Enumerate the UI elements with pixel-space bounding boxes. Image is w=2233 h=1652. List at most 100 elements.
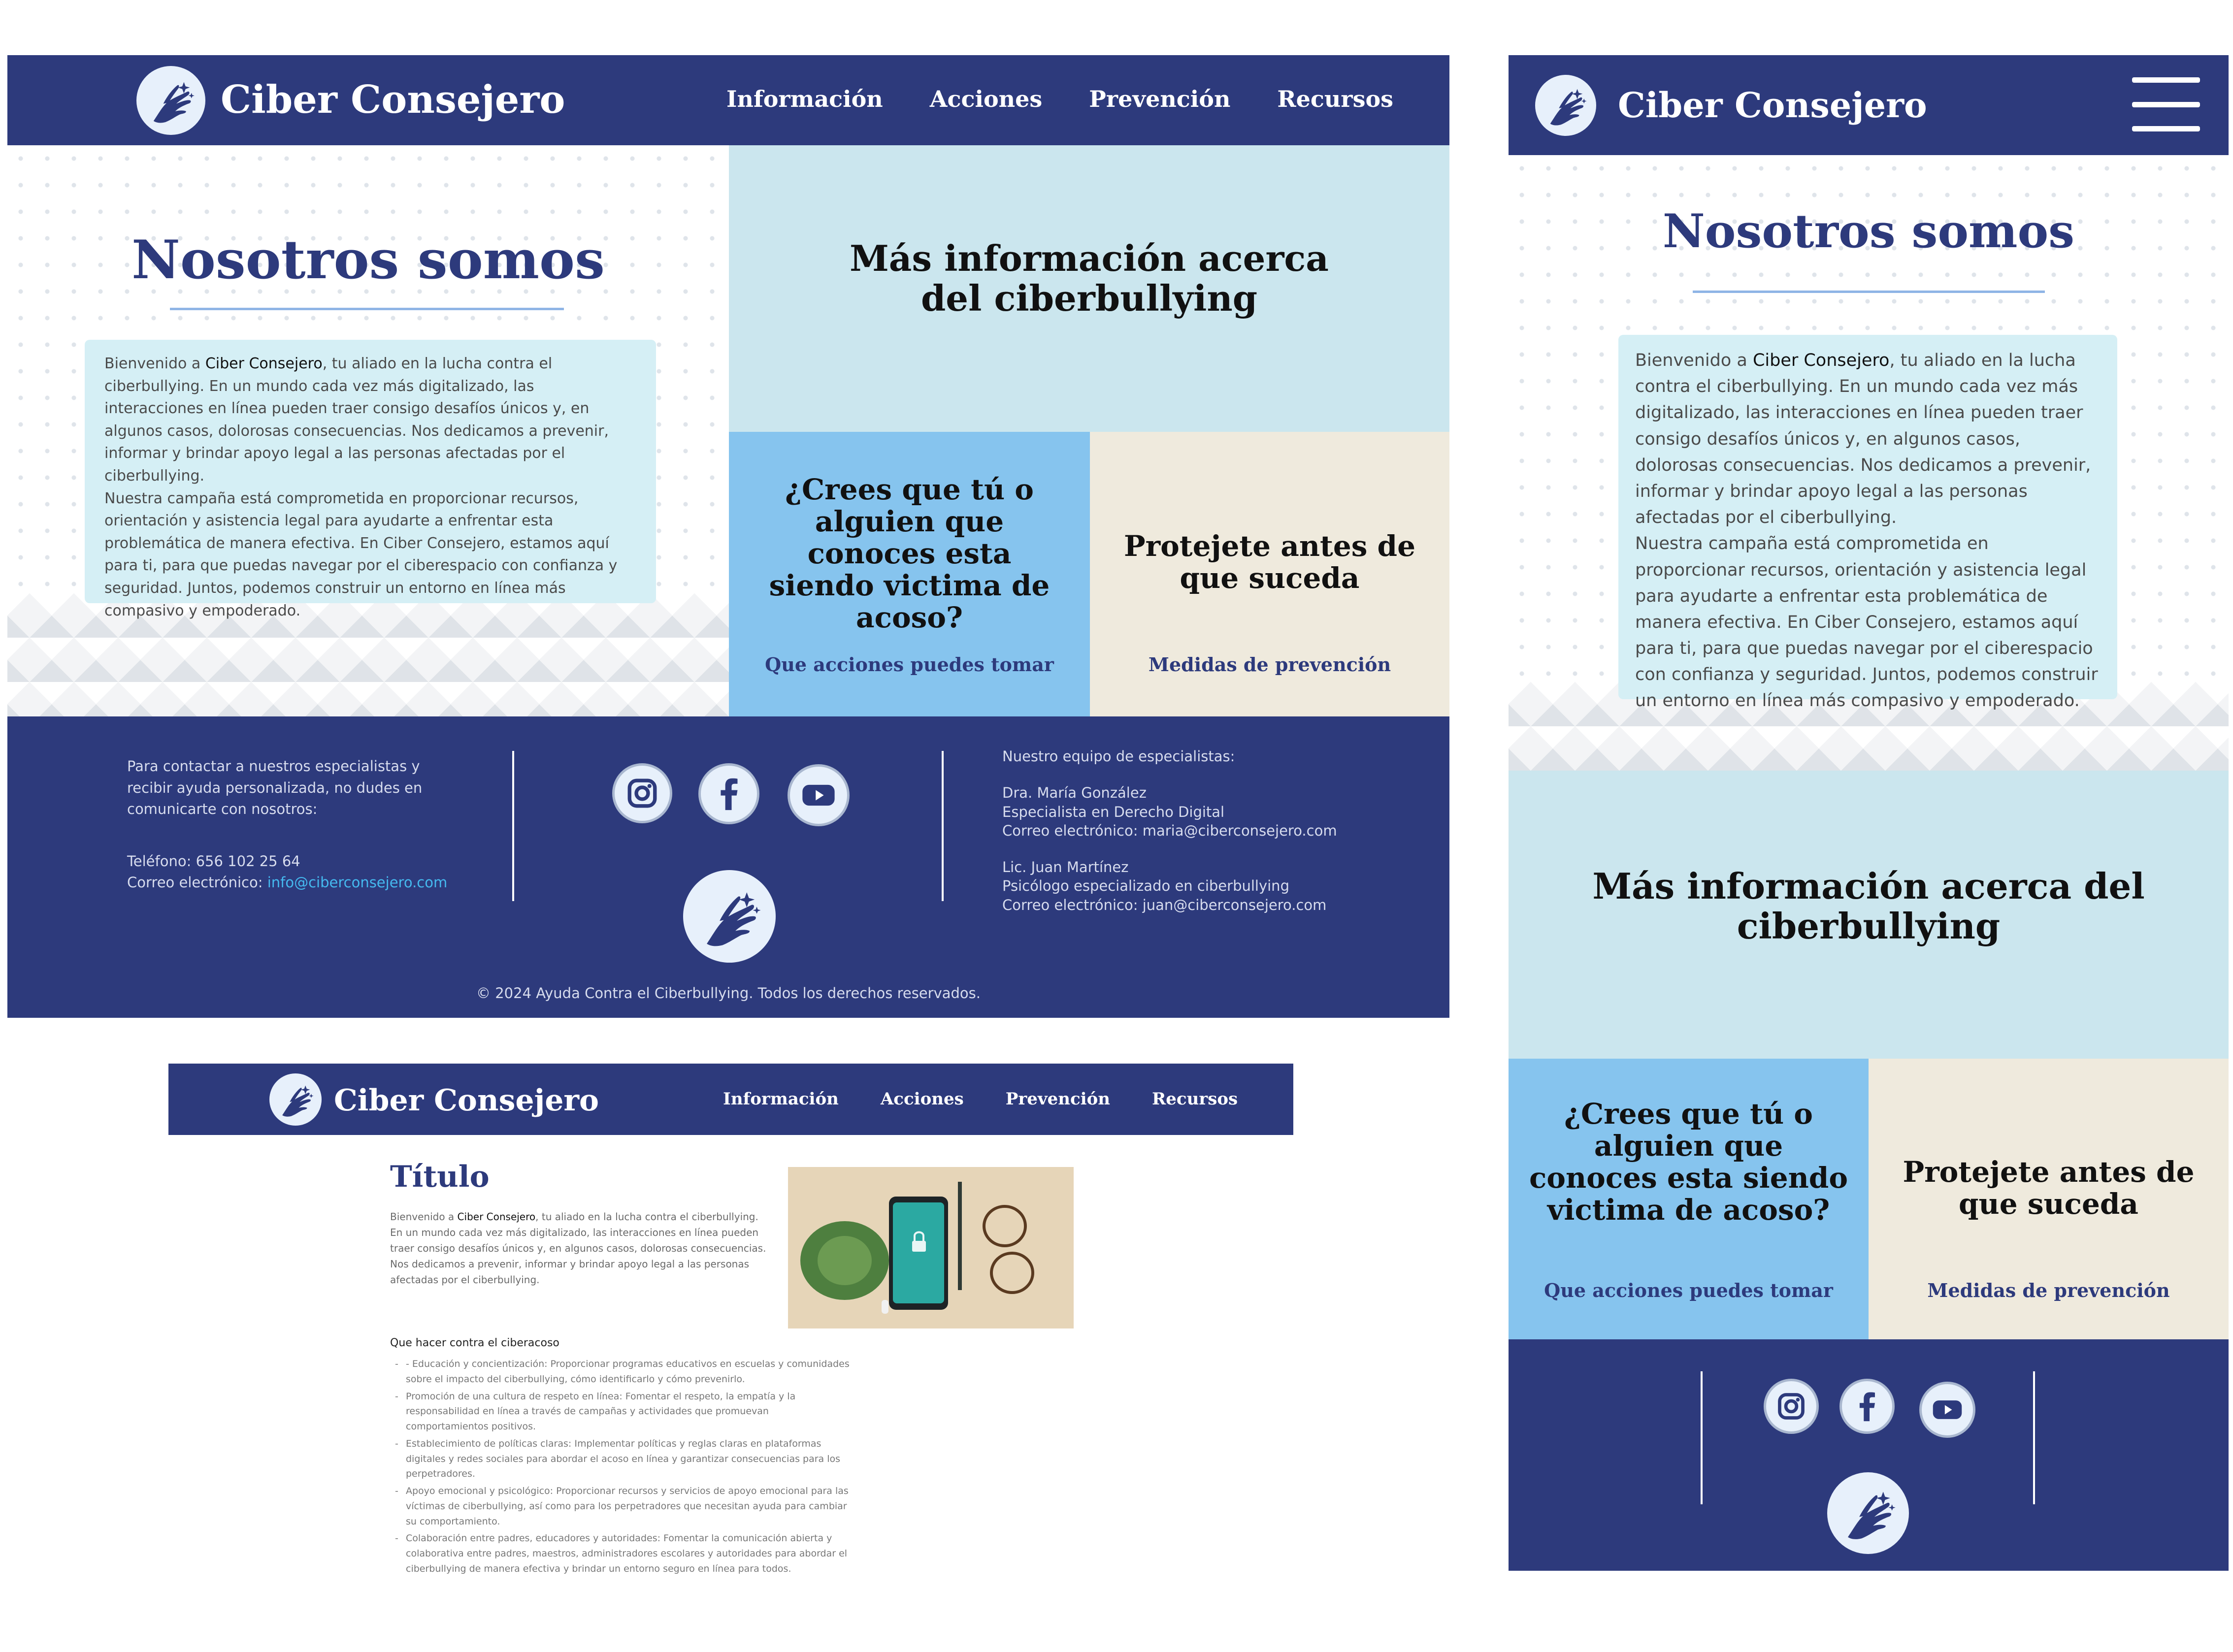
facebook-icon (1846, 1386, 1888, 1427)
mobile-about-section: Nosotros somos Bienvenido a Ciber Consej… (1509, 155, 2229, 771)
instagram-button[interactable] (612, 763, 672, 823)
copyright: © 2024 Ayuda Contra el Ciberbullying. To… (476, 985, 981, 1002)
specialist-1-role: Especialista en Derecho Digital (1002, 803, 1225, 820)
nav-prevencion[interactable]: Prevención (1089, 86, 1230, 112)
about-section: Nosotros somos Bienvenido a Ciber Consej… (7, 145, 729, 716)
specialist-1-name: Dra. María González (1002, 784, 1147, 802)
mobile-footer-logo (1827, 1472, 1909, 1554)
mobile-info-tile-title: Más información acerca del ciberbullying (1592, 865, 2145, 947)
specialist-1-email: Correo electrónico: maria@ciberconsejero… (1002, 822, 1337, 839)
mobile-victim-tile-link[interactable]: Que acciones puedes tomar (1509, 1279, 1869, 1301)
instagram-icon (1771, 1386, 1812, 1427)
mobile-about-title: Nosotros somos (1662, 204, 2075, 259)
detail-title: Título (390, 1160, 490, 1194)
mobile-info-tile[interactable]: Más información acerca del ciberbullying (1509, 771, 2229, 1059)
mobile-victim-tile[interactable]: ¿Crees que tú o alguien que conoces esta… (1509, 1059, 1869, 1339)
footer-contact: Para contactar a nuestros especialistas … (127, 756, 462, 894)
protect-tile[interactable]: Protejete antes de que suceda Medidas de… (1090, 432, 1449, 716)
youtube-button[interactable] (1919, 1382, 1975, 1438)
nav-recursos[interactable]: Recursos (1277, 86, 1393, 112)
detail-logo[interactable] (269, 1073, 322, 1126)
detail-brand-name[interactable]: Ciber Consejero (334, 1083, 599, 1118)
menu-icon[interactable] (2132, 77, 2200, 131)
youtube-button[interactable] (788, 764, 850, 826)
instagram-icon (620, 771, 665, 816)
nav-informacion[interactable]: Información (726, 86, 883, 112)
contact-phone: Teléfono: 656 102 25 64 (127, 852, 300, 870)
list-item: - Educación y concientización: Proporcio… (395, 1357, 853, 1387)
main-nav: Información Acciones Prevención Recursos (726, 86, 1393, 112)
footer-divider-right (942, 751, 944, 901)
mobile-protect-tile[interactable]: Protejete antes de que suceda Medidas de… (1869, 1059, 2229, 1339)
mobile-about-text-box: Bienvenido a Ciber Consejero, tu aliado … (1618, 335, 2117, 711)
instagram-button[interactable] (1764, 1379, 1819, 1434)
victim-tile-title: ¿Crees que tú o alguien que conoces esta… (769, 473, 1050, 634)
contact-email-link[interactable]: info@ciberconsejero.com (267, 874, 448, 891)
mobile-header: Ciber Consejero (1509, 55, 2229, 155)
mobile-mockup: Ciber Consejero Nosotros somos Bienvenid… (1509, 55, 2229, 1571)
hand-star-icon (144, 73, 198, 128)
about-title: Nosotros somos (131, 229, 605, 291)
contact-intro: Para contactar a nuestros especialistas … (127, 758, 423, 817)
about-paragraph-2: Nuestra campaña está comprometida en pro… (1635, 534, 2098, 711)
site-header: Ciber Consejero Información Acciones Pre… (7, 55, 1449, 145)
victim-tile[interactable]: ¿Crees que tú o alguien que conoces esta… (729, 432, 1090, 716)
mobile-footer (1509, 1339, 2229, 1571)
hand-star-icon (694, 881, 765, 952)
youtube-icon (795, 772, 842, 819)
detail-list: - Educación y concientización: Proporcio… (395, 1357, 853, 1579)
footer-divider-left (512, 751, 514, 901)
protect-tile-link[interactable]: Medidas de prevención (1090, 653, 1449, 676)
info-tile-title: Más información acerca del ciberbullying (850, 237, 1329, 319)
victim-tile-link[interactable]: Que acciones puedes tomar (729, 653, 1090, 676)
facebook-button[interactable] (1839, 1379, 1895, 1434)
detail-nav-informacion[interactable]: Información (723, 1089, 839, 1109)
protect-tile-title: Protejete antes de que suceda (1123, 529, 1416, 595)
contact-email-line: Correo electrónico: info@ciberconsejero.… (127, 874, 448, 891)
facebook-icon (706, 771, 752, 816)
detail-mockup: Ciber Consejero Información Acciones Pre… (168, 1064, 1293, 1610)
mobile-victim-tile-title: ¿Crees que tú o alguien que conoces esta… (1529, 1097, 1848, 1227)
footer-divider-right (2033, 1371, 2035, 1504)
footer-logo (683, 870, 776, 963)
mobile-brand-name[interactable]: Ciber Consejero (1618, 85, 1927, 126)
phone-lock-illustration (788, 1167, 1074, 1328)
security-photo (788, 1167, 1074, 1328)
mobile-protect-tile-link[interactable]: Medidas de prevención (1869, 1279, 2229, 1301)
logo[interactable] (136, 66, 205, 135)
footer-team: Nuestro equipo de especialistas: Dra. Ma… (1002, 747, 1337, 914)
detail-nav-recursos[interactable]: Recursos (1152, 1089, 1238, 1109)
info-tile[interactable]: Más información acerca del ciberbullying (729, 145, 1449, 432)
title-underline (1693, 291, 2045, 293)
detail-nav: Información Acciones Prevención Recursos (723, 1089, 1238, 1109)
title-underline (170, 308, 564, 310)
specialist-2-name: Lic. Juan Martínez (1002, 859, 1129, 876)
hand-star-icon (275, 1079, 316, 1120)
mobile-protect-tile-title: Protejete antes de que suceda (1903, 1155, 2195, 1221)
mobile-logo[interactable] (1535, 75, 1596, 136)
brand-name[interactable]: Ciber Consejero (221, 77, 565, 122)
team-title: Nuestro equipo de especialistas: (1002, 748, 1235, 765)
facebook-button[interactable] (698, 763, 759, 824)
specialist-2-email: Correo electrónico: juan@ciberconsejero.… (1002, 896, 1327, 913)
about-paragraph-2: Nuestra campaña está comprometida en pro… (104, 489, 618, 619)
hand-star-icon (1542, 81, 1590, 130)
youtube-icon (1926, 1389, 1969, 1431)
footer-divider-left (1701, 1371, 1703, 1504)
detail-intro: Bienvenido a Ciber Consejero, tu aliado … (390, 1211, 766, 1286)
about-text-box: Bienvenido a Ciber Consejero, tu aliado … (85, 340, 656, 619)
nav-acciones[interactable]: Acciones (930, 86, 1042, 112)
detail-nav-acciones[interactable]: Acciones (881, 1089, 964, 1109)
detail-nav-prevencion[interactable]: Prevención (1006, 1089, 1110, 1109)
list-item: Promoción de una cultura de respeto en l… (395, 1389, 853, 1434)
specialist-2-role: Psicólogo especializado en ciberbullying (1002, 877, 1289, 895)
about-paragraph-1: Bienvenido a Ciber Consejero, tu aliado … (1635, 351, 2091, 528)
about-paragraph-1: Bienvenido a Ciber Consejero, tu aliado … (104, 355, 609, 485)
list-item: Apoyo emocional y psicológico: Proporcio… (395, 1484, 853, 1529)
site-footer: Para contactar a nuestros especialistas … (7, 716, 1449, 1018)
list-item: Colaboración entre padres, educadores y … (395, 1531, 853, 1576)
hand-star-icon (1837, 1482, 1900, 1545)
detail-header: Ciber Consejero Información Acciones Pre… (168, 1064, 1293, 1135)
detail-subtitle: Que hacer contra el ciberacoso (390, 1337, 559, 1349)
list-item: Establecimiento de políticas claras: Imp… (395, 1436, 853, 1482)
